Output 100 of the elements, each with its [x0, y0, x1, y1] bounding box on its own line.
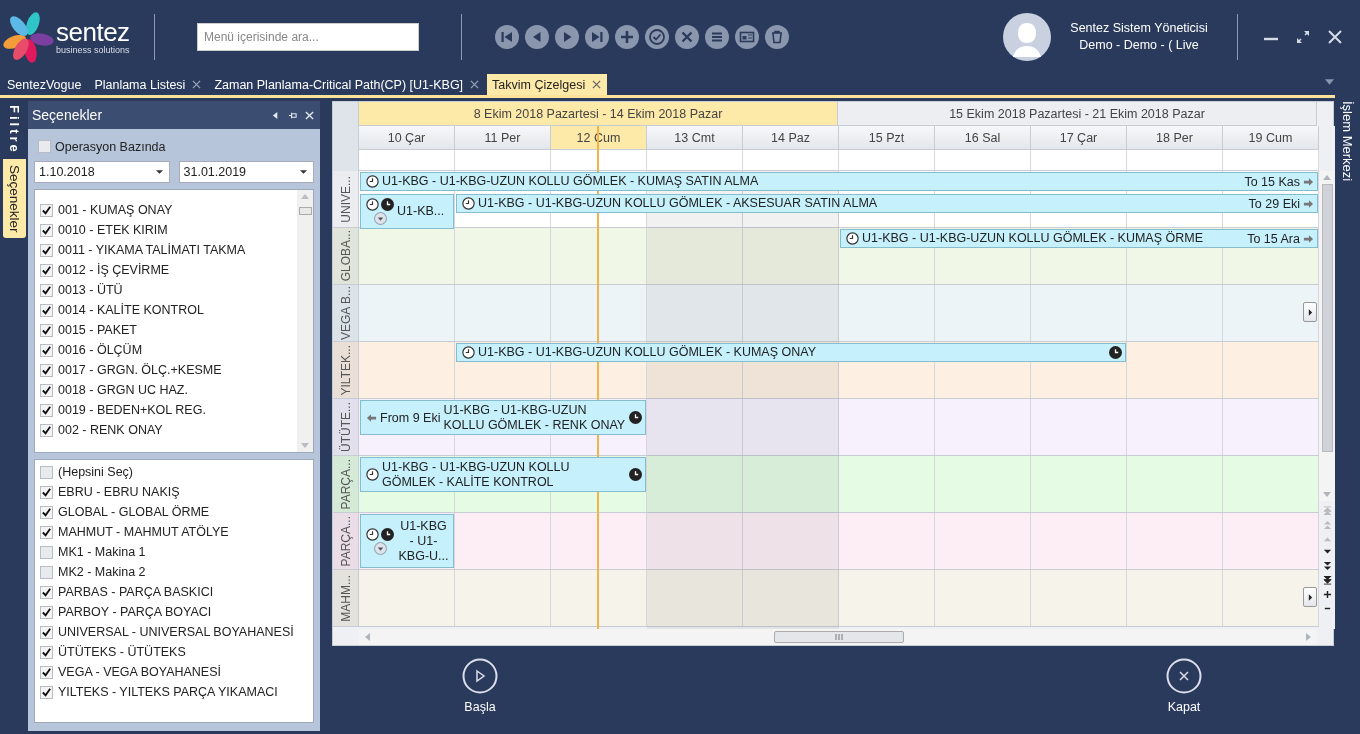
- day-header[interactable]: 15 Pzt: [839, 126, 935, 150]
- day-header[interactable]: 16 Sal: [935, 126, 1031, 150]
- checkbox[interactable]: [40, 625, 53, 639]
- close-tab-icon[interactable]: [592, 80, 602, 89]
- operation-item[interactable]: 0016 - ÖLÇÜM: [40, 340, 297, 360]
- zoom-in-icon[interactable]: [1322, 590, 1332, 599]
- checkbox[interactable]: [40, 203, 53, 217]
- appointment[interactable]: U1-KBG - U1-KBG-UZUN KOLLU GÖMLEK - KUMAŞ SATIN ALMA To 15 Kas: [360, 172, 1318, 191]
- day-header[interactable]: 11 Per: [455, 126, 551, 150]
- workshop-item[interactable]: MK2 - Makina 2: [40, 562, 313, 582]
- day-header[interactable]: 10 Çar: [359, 126, 455, 150]
- week-header[interactable]: 8 Ekim 2018 Pazartesi - 14 Ekim 2018 Pazar: [359, 102, 838, 126]
- checkbox[interactable]: [40, 423, 53, 437]
- day-header[interactable]: 19 Cum: [1223, 126, 1319, 150]
- checkbox[interactable]: [40, 323, 53, 337]
- checkbox[interactable]: [40, 665, 53, 679]
- checkbox[interactable]: [40, 585, 53, 599]
- workshop-item[interactable]: EBRU - EBRU NAKIŞ: [40, 482, 313, 502]
- operation-item[interactable]: 0017 - GRGN. ÖLÇ.+KESME: [40, 360, 297, 380]
- checkbox[interactable]: [40, 465, 53, 479]
- trash-icon[interactable]: [764, 24, 790, 50]
- checkbox[interactable]: [40, 565, 53, 579]
- close-tab-icon[interactable]: [192, 80, 202, 89]
- document-tab[interactable]: SentezVogue: [2, 74, 88, 95]
- operation-item[interactable]: 0014 - KALİTE KONTROL: [40, 300, 297, 320]
- checkbox[interactable]: [40, 485, 53, 499]
- scroll-thumb[interactable]: [1321, 184, 1333, 452]
- check-icon[interactable]: [644, 24, 670, 50]
- operation-item[interactable]: 0010 - ETEK KIRIM: [40, 220, 297, 240]
- operation-item[interactable]: 0019 - BEDEN+KOL REG.: [40, 400, 297, 420]
- workshop-item[interactable]: PARBOY - PARÇA BOYACI: [40, 602, 313, 622]
- workshop-item[interactable]: YILTEKS - YILTEKS PARÇA YIKAMACI: [40, 682, 313, 702]
- workshop-item[interactable]: (Hepsini Seç): [40, 462, 313, 482]
- side-tab[interactable]: Filtre: [3, 101, 25, 159]
- checkbox[interactable]: [40, 283, 53, 297]
- appointment[interactable]: U1-KBG - U1-KBG-UZUN KOLLU GÖMLEK - KUMAŞ ONAY: [456, 343, 1126, 362]
- document-tab[interactable]: Planlama Listesi: [89, 74, 208, 95]
- operation-item[interactable]: 0011 - YIKAMA TALİMATI TAKMA: [40, 240, 297, 260]
- workshop-item[interactable]: MAHMUT - MAHMUT ATÖLYE: [40, 522, 313, 542]
- day-header[interactable]: 14 Paz: [743, 126, 839, 150]
- checkbox[interactable]: [40, 525, 53, 539]
- tab-list-icon[interactable]: [1325, 79, 1334, 85]
- expand-icon[interactable]: [373, 212, 387, 225]
- checkbox[interactable]: [40, 363, 53, 377]
- operation-item[interactable]: 0012 - İŞ ÇEVİRME: [40, 260, 297, 280]
- checkbox[interactable]: [38, 140, 51, 153]
- previous-icon[interactable]: [524, 24, 550, 50]
- close-icon[interactable]: [305, 110, 314, 120]
- workshop-item[interactable]: MK1 - Makina 1: [40, 542, 313, 562]
- workshop-item[interactable]: PARBAS - PARÇA BASKICI: [40, 582, 313, 602]
- all-day-cell[interactable]: [1031, 150, 1127, 171]
- appointment[interactable]: U1-KBG - U1-KBG-UZUN KOLLU GÖMLEK - AKSESUAR SATIN ALMA To 29 Eki: [456, 194, 1318, 213]
- first-record-icon[interactable]: [494, 24, 520, 50]
- checkbox[interactable]: [40, 403, 53, 417]
- collapse-icon[interactable]: [271, 110, 280, 120]
- action-button[interactable]: Başla: [462, 658, 498, 734]
- day-header[interactable]: 13 Cmt: [647, 126, 743, 150]
- pin-icon[interactable]: [288, 110, 297, 120]
- scroll-thumb[interactable]: [298, 207, 312, 215]
- menu-icon[interactable]: [704, 24, 730, 50]
- side-tab[interactable]: İşlem Merkezi: [1339, 101, 1355, 648]
- scroll-thumb[interactable]: [774, 631, 904, 643]
- checkbox[interactable]: [40, 685, 53, 699]
- date-from-field[interactable]: 1.10.2018: [34, 161, 170, 183]
- workshop-item[interactable]: ÜTÜTEKS - ÜTÜTEKS: [40, 642, 313, 662]
- checkbox[interactable]: [40, 263, 53, 277]
- checkbox[interactable]: [40, 383, 53, 397]
- appointment[interactable]: U1-KBG - U1-KBG-UZUN KOLLU GÖMLEK - KUMAŞ ÖRME To 15 Ara: [840, 229, 1318, 248]
- page-down-icon[interactable]: [1322, 562, 1332, 571]
- last-page-icon[interactable]: [1322, 576, 1332, 585]
- more-appointments-button[interactable]: [1303, 587, 1317, 607]
- scrollbar[interactable]: [359, 629, 1317, 645]
- all-day-cell[interactable]: [743, 150, 839, 171]
- all-day-cell[interactable]: [551, 150, 647, 171]
- week-header[interactable]: 15 Ekim 2018 Pazartesi - 21 Ekim 2018 Pazar: [838, 102, 1317, 126]
- search-field[interactable]: Menü içerisinde ara...: [197, 23, 419, 51]
- scrollbar[interactable]: [1319, 171, 1335, 501]
- side-tab[interactable]: Seçenekler: [2, 158, 26, 239]
- action-button[interactable]: Kapat: [1166, 658, 1202, 734]
- workshop-item[interactable]: VEGA - VEGA BOYAHANESİ: [40, 662, 313, 682]
- add-icon[interactable]: [614, 24, 640, 50]
- checkbox[interactable]: [40, 303, 53, 317]
- operation-item[interactable]: 0015 - PAKET: [40, 320, 297, 340]
- all-day-cell[interactable]: [935, 150, 1031, 171]
- operation-item[interactable]: 001 - KUMAŞ ONAY: [40, 200, 297, 220]
- appointment[interactable]: U1-KBG - U1-KBG-U...: [360, 514, 454, 568]
- last-record-icon[interactable]: [584, 24, 610, 50]
- close-icon[interactable]: [1326, 28, 1344, 46]
- all-day-cell[interactable]: [1223, 150, 1319, 171]
- all-day-cell[interactable]: [1127, 150, 1223, 171]
- operation-item[interactable]: 0018 - GRGN UC HAZ.: [40, 380, 297, 400]
- operation-item[interactable]: 002 - RENK ONAY: [40, 420, 297, 440]
- dropdown-icon[interactable]: [300, 170, 307, 174]
- day-header[interactable]: 17 Çar: [1031, 126, 1127, 150]
- checkbox[interactable]: [40, 605, 53, 619]
- date-to-field[interactable]: 31.01.2019: [178, 161, 314, 183]
- all-day-cell[interactable]: [455, 150, 551, 171]
- day-header[interactable]: 18 Per: [1127, 126, 1223, 150]
- appointment[interactable]: U1-KB...: [360, 194, 454, 229]
- checkbox[interactable]: [40, 343, 53, 357]
